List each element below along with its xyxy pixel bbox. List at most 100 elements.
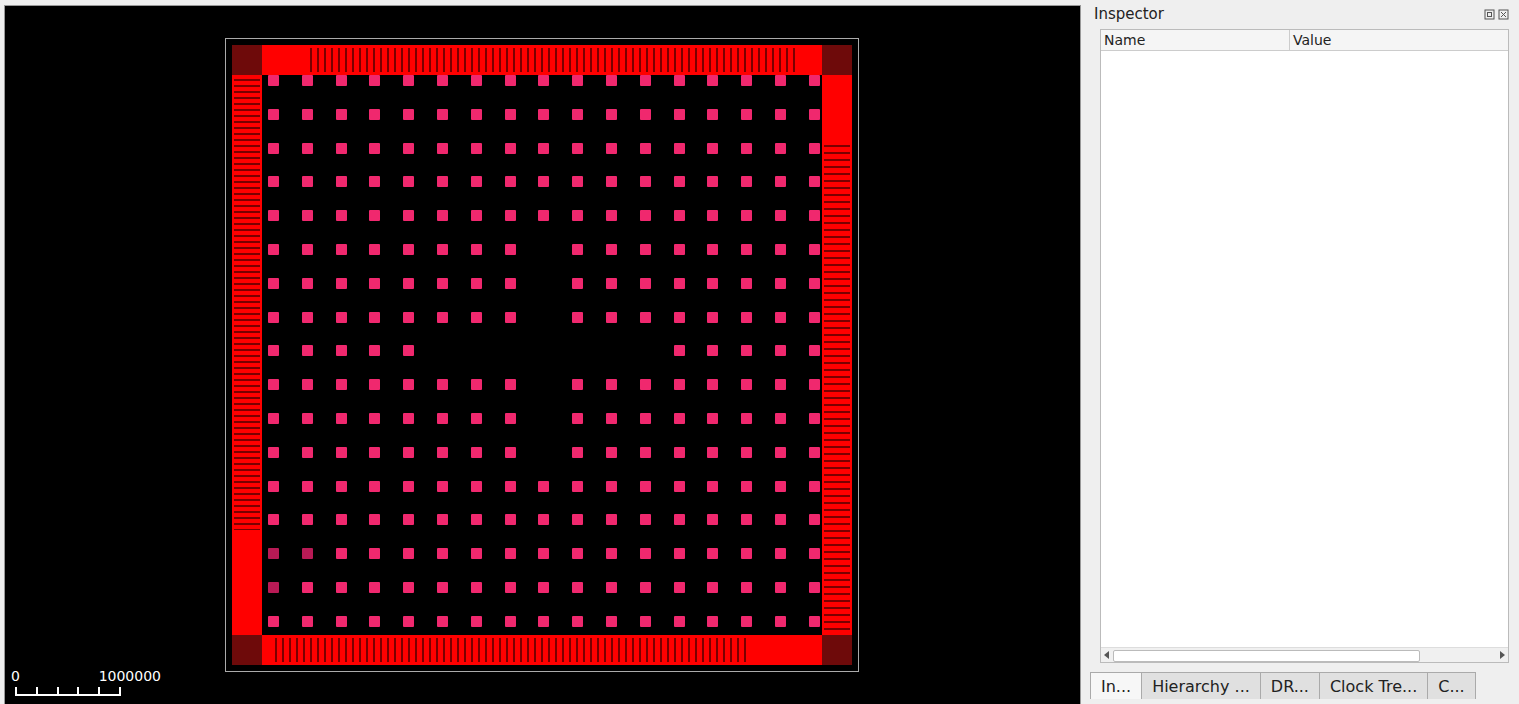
bump[interactable] — [775, 616, 786, 627]
bump[interactable] — [336, 345, 347, 356]
bump[interactable] — [336, 481, 347, 492]
bump[interactable] — [606, 278, 617, 289]
bump[interactable] — [403, 379, 414, 390]
bump[interactable] — [640, 413, 651, 424]
bump[interactable] — [437, 278, 448, 289]
bump[interactable] — [471, 176, 482, 187]
bump[interactable] — [707, 514, 718, 525]
bump[interactable] — [471, 109, 482, 120]
dock-tab[interactable]: Hierarchy ... — [1141, 672, 1261, 699]
bump[interactable] — [538, 176, 549, 187]
bump[interactable] — [809, 548, 820, 559]
bump[interactable] — [775, 244, 786, 255]
bump[interactable] — [403, 210, 414, 221]
bump[interactable] — [741, 312, 752, 323]
bump[interactable] — [268, 548, 279, 559]
bump[interactable] — [640, 548, 651, 559]
dock-tab[interactable]: C... — [1427, 672, 1475, 699]
bump[interactable] — [707, 548, 718, 559]
bump[interactable] — [336, 143, 347, 154]
bump[interactable] — [674, 481, 685, 492]
bump[interactable] — [336, 244, 347, 255]
scroll-left-icon[interactable] — [1101, 651, 1113, 659]
bump[interactable] — [741, 413, 752, 424]
bump[interactable] — [302, 616, 313, 627]
bump[interactable] — [302, 413, 313, 424]
bump[interactable] — [741, 514, 752, 525]
bump[interactable] — [538, 75, 549, 86]
bump[interactable] — [403, 616, 414, 627]
bump[interactable] — [674, 548, 685, 559]
bump[interactable] — [437, 75, 448, 86]
bump[interactable] — [336, 75, 347, 86]
bump[interactable] — [606, 244, 617, 255]
bump[interactable] — [437, 109, 448, 120]
bump[interactable] — [707, 210, 718, 221]
layout-canvas[interactable]: 01000000 — [4, 5, 1081, 704]
bump[interactable] — [471, 75, 482, 86]
bump[interactable] — [336, 447, 347, 458]
bump[interactable] — [572, 210, 583, 221]
bump[interactable] — [505, 143, 516, 154]
bump[interactable] — [741, 210, 752, 221]
bump[interactable] — [336, 616, 347, 627]
bump[interactable] — [302, 345, 313, 356]
bump[interactable] — [302, 143, 313, 154]
bump[interactable] — [302, 176, 313, 187]
bump[interactable] — [403, 514, 414, 525]
splitter[interactable] — [1081, 0, 1089, 704]
bump[interactable] — [809, 582, 820, 593]
bump[interactable] — [809, 244, 820, 255]
bump[interactable] — [369, 413, 380, 424]
bump[interactable] — [741, 548, 752, 559]
bump[interactable] — [674, 278, 685, 289]
bump[interactable] — [302, 582, 313, 593]
bump[interactable] — [741, 447, 752, 458]
bump[interactable] — [741, 278, 752, 289]
bump[interactable] — [369, 379, 380, 390]
bump[interactable] — [775, 210, 786, 221]
bump[interactable] — [741, 109, 752, 120]
bump[interactable] — [809, 616, 820, 627]
dock-tab[interactable]: DR... — [1260, 672, 1320, 699]
bump[interactable] — [302, 210, 313, 221]
bump[interactable] — [775, 75, 786, 86]
bump[interactable] — [538, 548, 549, 559]
bump[interactable] — [572, 481, 583, 492]
bump[interactable] — [336, 514, 347, 525]
bump[interactable] — [336, 210, 347, 221]
bump[interactable] — [707, 312, 718, 323]
bump[interactable] — [640, 75, 651, 86]
bump[interactable] — [707, 379, 718, 390]
bump[interactable] — [775, 176, 786, 187]
bump[interactable] — [606, 143, 617, 154]
bump[interactable] — [336, 109, 347, 120]
bump[interactable] — [369, 548, 380, 559]
bump[interactable] — [741, 582, 752, 593]
bump[interactable] — [369, 481, 380, 492]
bump[interactable] — [403, 176, 414, 187]
bump[interactable] — [809, 143, 820, 154]
bump[interactable] — [674, 210, 685, 221]
bump[interactable] — [707, 582, 718, 593]
bump[interactable] — [606, 210, 617, 221]
bump[interactable] — [302, 109, 313, 120]
bump[interactable] — [302, 379, 313, 390]
bump[interactable] — [302, 75, 313, 86]
bump[interactable] — [437, 481, 448, 492]
bump[interactable] — [336, 278, 347, 289]
bump[interactable] — [674, 312, 685, 323]
bump[interactable] — [471, 548, 482, 559]
bump[interactable] — [336, 582, 347, 593]
bump[interactable] — [809, 447, 820, 458]
bump[interactable] — [437, 143, 448, 154]
bump[interactable] — [437, 447, 448, 458]
bump[interactable] — [572, 379, 583, 390]
bump[interactable] — [606, 312, 617, 323]
bump[interactable] — [437, 176, 448, 187]
bump[interactable] — [403, 582, 414, 593]
bump[interactable] — [437, 244, 448, 255]
bump[interactable] — [640, 143, 651, 154]
bump[interactable] — [369, 244, 380, 255]
bump[interactable] — [302, 447, 313, 458]
